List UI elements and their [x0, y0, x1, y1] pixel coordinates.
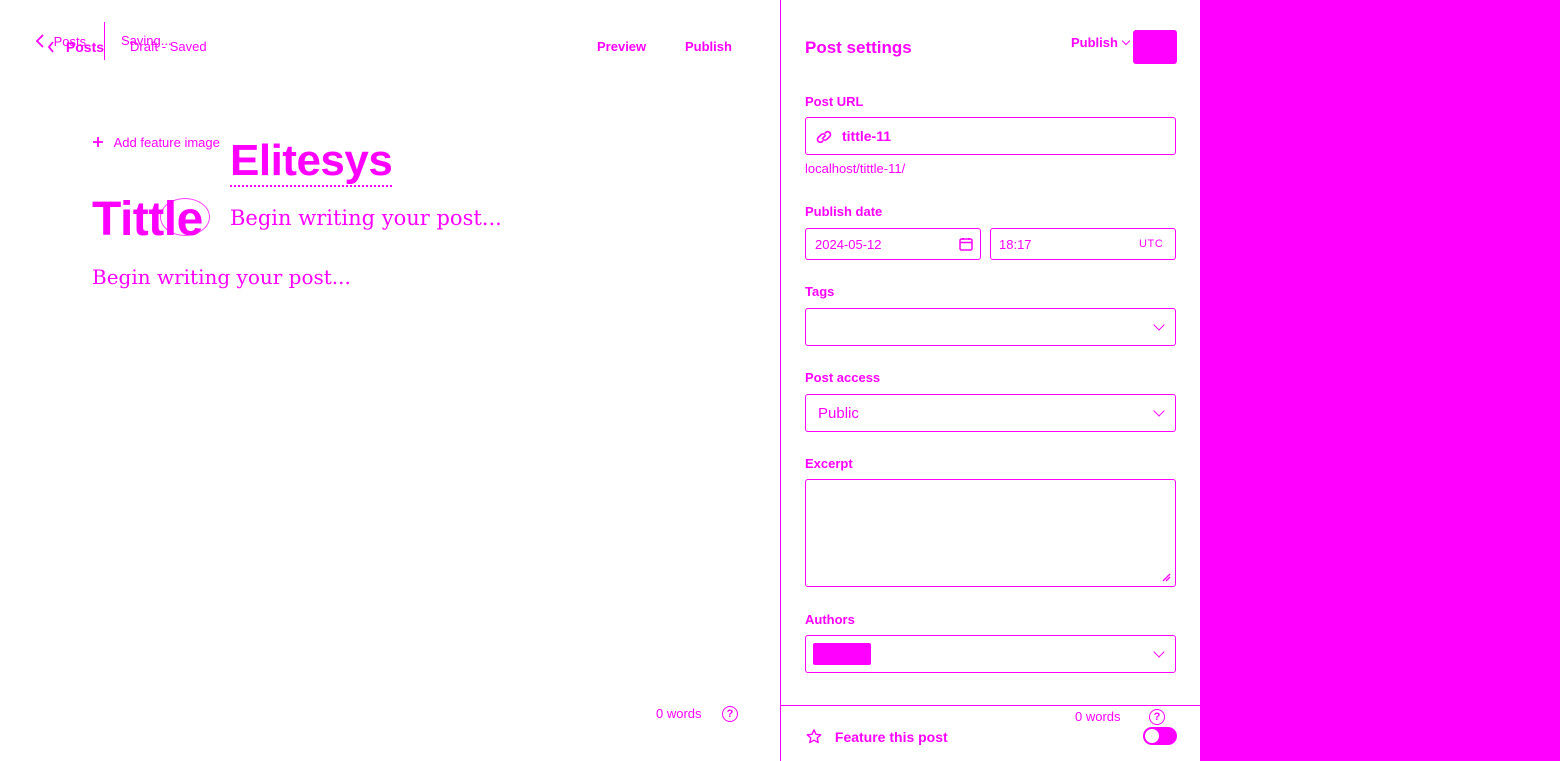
add-feature-image-button[interactable]: Add feature image	[92, 135, 220, 150]
publish-date-label: Publish date	[805, 204, 883, 219]
authors-select[interactable]	[805, 635, 1176, 673]
feature-toggle[interactable]	[1143, 727, 1177, 745]
chevron-down-icon	[1153, 405, 1165, 417]
topbar-divider	[104, 22, 105, 60]
chevron-left-icon	[47, 41, 54, 53]
back-button-main[interactable]: Posts	[46, 39, 104, 55]
word-count: 0 words	[656, 706, 702, 721]
title-cursor-overlay	[160, 198, 210, 236]
tags-label: Tags	[805, 284, 835, 299]
right-fill-area	[1200, 0, 1560, 761]
help-circle-icon[interactable]: ?	[722, 706, 738, 722]
title-ghost-text: Elitesys	[230, 136, 393, 187]
publish-date-value: 2024-05-12	[815, 237, 882, 252]
help-symbol: ?	[726, 708, 734, 720]
timezone: UTC	[1139, 238, 1164, 250]
calendar-icon[interactable]	[959, 237, 973, 251]
close-settings-button[interactable]	[1133, 30, 1177, 64]
publish-menu[interactable]: Publish	[1071, 35, 1131, 50]
resize-handle-icon[interactable]	[1161, 572, 1171, 582]
feature-this-post-label: Feature this post	[834, 729, 948, 745]
tags-select[interactable]	[805, 308, 1176, 346]
post-url-label: Post URL	[805, 94, 864, 109]
feature-this-post-row[interactable]: Feature this post	[805, 728, 948, 746]
publish-time-value: 18:17	[999, 237, 1032, 252]
authors-label: Authors	[805, 612, 855, 627]
excerpt-label: Excerpt	[805, 456, 853, 471]
post-access-select[interactable]: Public	[805, 394, 1176, 432]
add-feature-image-label: Add feature image	[113, 135, 220, 150]
publish-menu-label: Publish	[1071, 35, 1118, 50]
publish-time-input[interactable]: 18:17 UTC	[990, 228, 1176, 260]
link-icon	[816, 130, 832, 144]
author-token[interactable]	[813, 643, 871, 665]
star-icon	[806, 729, 822, 744]
chevron-down-icon	[1121, 36, 1131, 46]
publish-button[interactable]: Publish	[685, 39, 732, 54]
post-status: Draft - Saved	[130, 39, 207, 54]
help-symbol: ?	[1153, 711, 1161, 723]
settings-word-count: 0 words	[1075, 709, 1121, 724]
editor-pane: Posts Posts Saving... Draft - Saved Prev…	[0, 0, 780, 761]
post-settings-title: Post settings	[805, 38, 912, 57]
post-url-input[interactable]: tittle-11	[805, 117, 1176, 155]
excerpt-textarea[interactable]	[805, 479, 1176, 587]
post-settings-panel: Post settings Publish Post URL tittle-11…	[780, 0, 1201, 761]
post-access-value: Public	[818, 405, 859, 422]
chevron-down-icon	[1153, 646, 1165, 658]
help-circle-icon[interactable]: ?	[1149, 709, 1165, 725]
post-url-hint: localhost/tittle-11/	[805, 161, 906, 176]
publish-date-input[interactable]: 2024-05-12	[805, 228, 981, 260]
back-label: Posts	[65, 39, 105, 55]
preview-button[interactable]: Preview	[597, 39, 646, 54]
title-ghost: Elitesys	[230, 136, 393, 187]
plus-icon	[93, 137, 103, 147]
panel-divider	[781, 705, 1201, 706]
chevron-left-icon	[35, 34, 44, 48]
post-url-value: tittle-11	[842, 128, 892, 144]
body-placeholder-ghost: Begin writing your post...	[230, 206, 502, 230]
chevron-down-icon	[1153, 319, 1165, 331]
post-body[interactable]: Begin writing your post...	[92, 265, 351, 289]
post-access-label: Post access	[805, 370, 881, 385]
